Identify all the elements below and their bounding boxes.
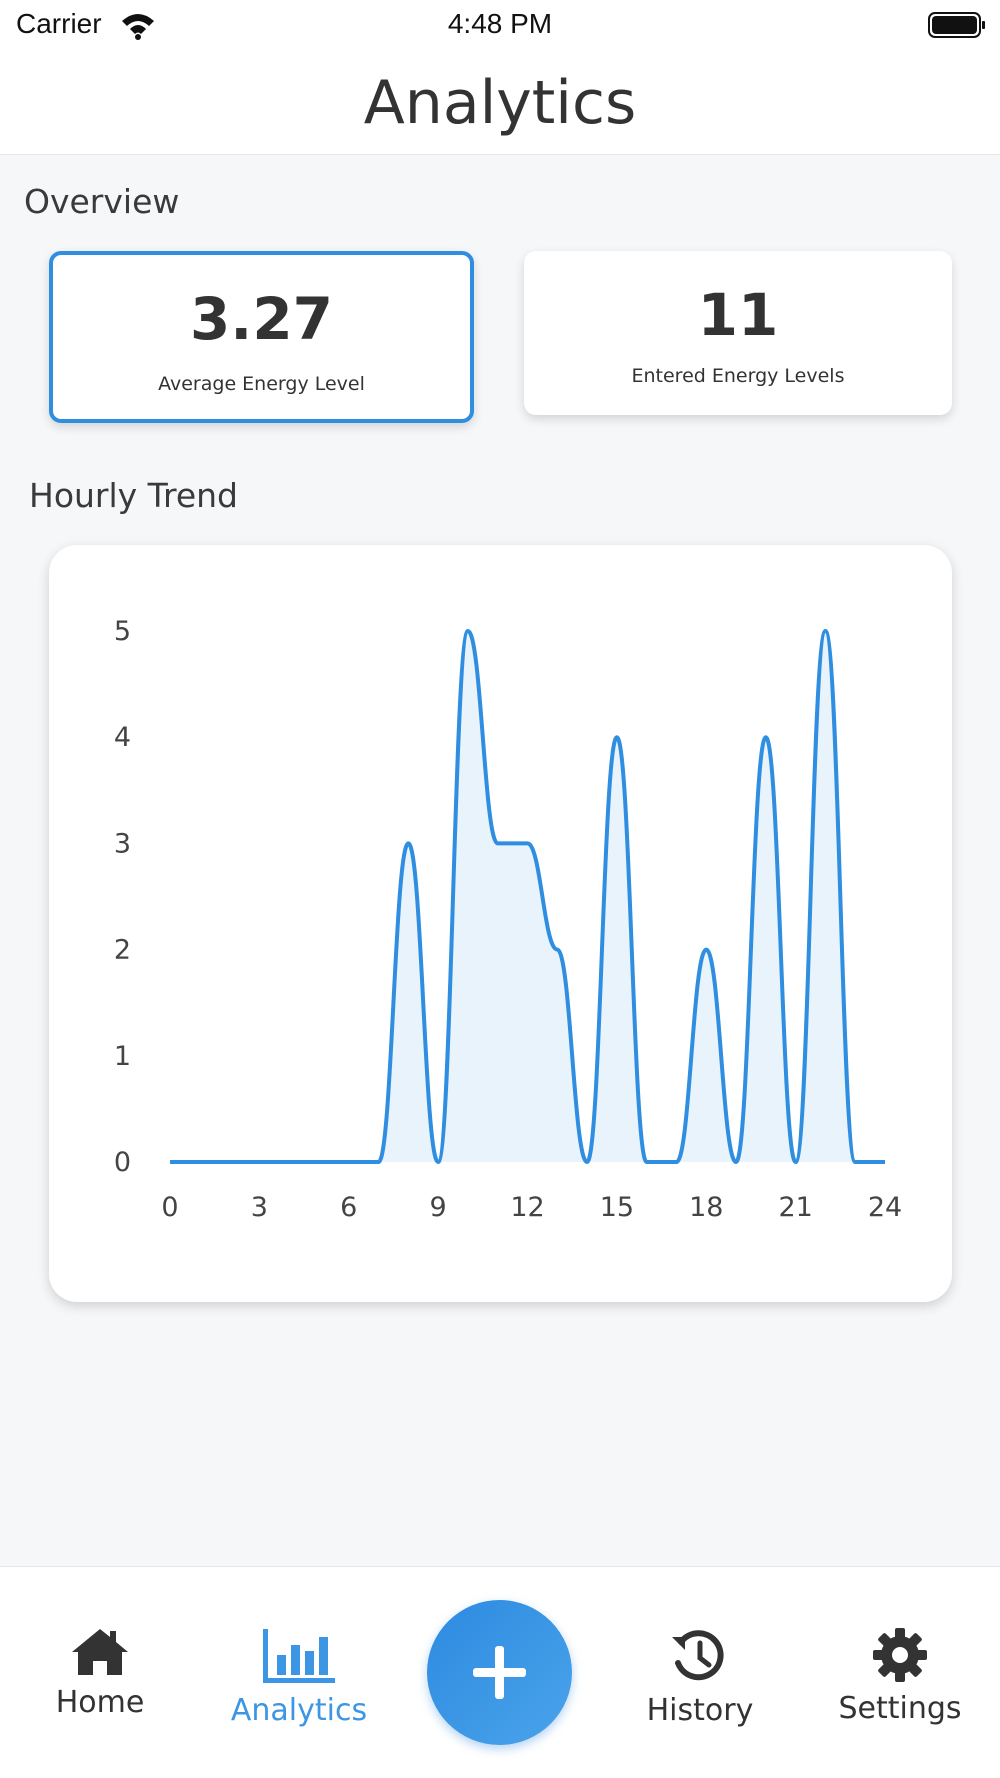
hourly-trend-chart: 0 3 6 9 12 15 18 21 24 0 1 2 3 4 5 [49,545,952,1302]
entered-levels-value: 11 [697,281,779,349]
x-tick-label: 24 [868,1192,902,1223]
y-tick-label: 1 [114,1041,131,1072]
home-icon [72,1629,128,1675]
tab-settings-label: Settings [838,1691,962,1726]
bar-chart-icon [263,1629,335,1683]
y-tick-label: 2 [114,935,131,966]
average-energy-value: 3.27 [189,285,334,353]
tab-home[interactable]: Home [15,1627,185,1747]
tab-history[interactable]: History [615,1627,785,1747]
average-energy-label: Average Energy Level [158,373,365,395]
y-tick-label: 0 [114,1147,131,1178]
x-tick-label: 18 [689,1192,723,1223]
plus-icon [473,1646,526,1699]
entered-levels-label: Entered Energy Levels [631,365,845,387]
x-tick-label: 12 [510,1192,544,1223]
chart-svg: 0 3 6 9 12 15 18 21 24012345 [114,616,902,1223]
status-time: 4:48 PM [447,8,553,39]
add-entry-button[interactable] [427,1600,572,1745]
hourly-trend-title: Hourly Trend [29,476,238,515]
entered-levels-card[interactable]: 11 Entered Energy Levels [524,251,952,415]
overview-title: Overview [24,182,180,221]
x-tick-label: 6 [340,1192,357,1223]
tab-home-label: Home [55,1685,145,1720]
tab-analytics-label: Analytics [230,1693,368,1728]
x-tick-label: 0 [161,1192,178,1223]
gear-icon [873,1628,927,1682]
y-tick-label: 3 [114,828,131,859]
average-energy-card[interactable]: 3.27 Average Energy Level [49,251,474,423]
x-tick-label: 9 [430,1192,447,1223]
tab-history-label: History [646,1693,754,1728]
app-header: Analytics [0,50,1000,155]
y-tick-label: 5 [114,616,131,647]
x-tick-label: 3 [251,1192,268,1223]
y-tick-label: 4 [114,722,131,753]
x-tick-label: 21 [778,1192,812,1223]
page-title: Analytics [363,68,637,138]
tab-analytics[interactable]: Analytics [214,1627,384,1747]
tab-settings[interactable]: Settings [815,1627,985,1747]
history-icon [672,1630,724,1681]
x-tick-label: 15 [600,1192,634,1223]
battery-icon [928,12,985,38]
status-bar: Carrier 4:48 PM [0,0,1000,50]
